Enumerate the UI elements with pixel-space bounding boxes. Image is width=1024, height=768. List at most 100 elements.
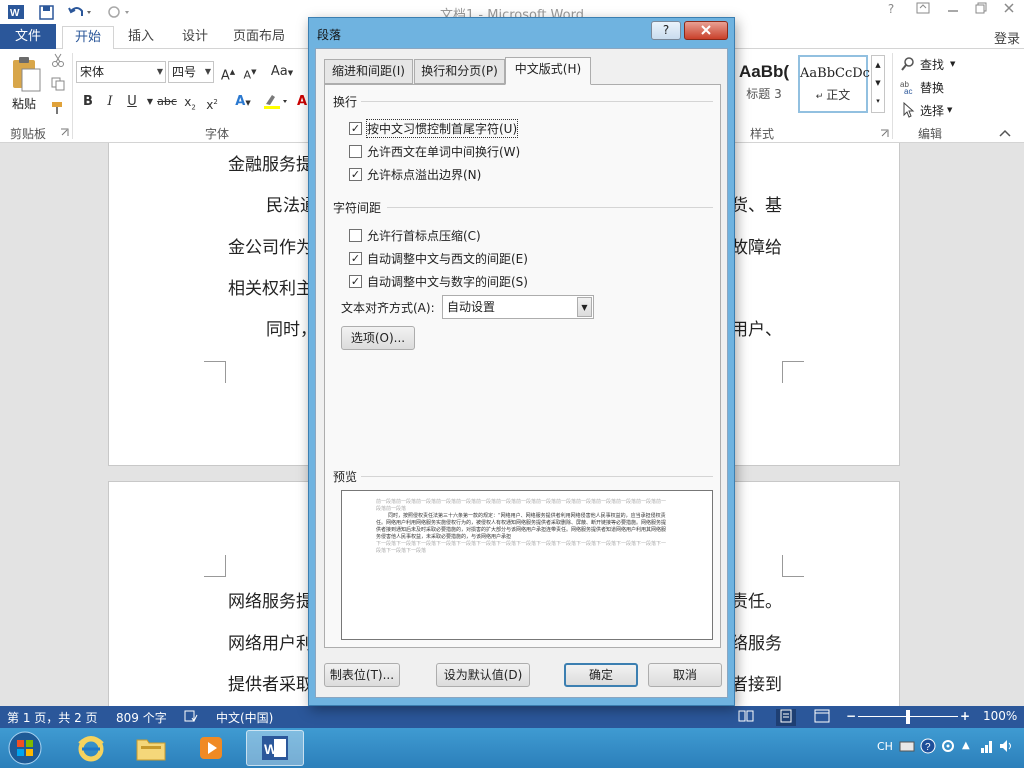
- bold-icon[interactable]: B: [78, 92, 98, 112]
- help-circle-icon[interactable]: ?: [920, 738, 936, 757]
- options-button[interactable]: 选项(O)...: [341, 326, 415, 350]
- paste-icon: [13, 57, 41, 92]
- doc-line: 网络服务提: [228, 592, 313, 612]
- restore-icon[interactable]: [970, 2, 992, 20]
- tab-home[interactable]: 开始: [62, 26, 114, 50]
- dialog-close-button[interactable]: [684, 21, 728, 40]
- highlight-icon[interactable]: [262, 92, 290, 112]
- chevron-down-icon: ▼: [204, 67, 211, 76]
- tab-line-page-breaks[interactable]: 换行和分页(P): [414, 59, 505, 84]
- change-case-button[interactable]: Aa▼: [268, 62, 296, 82]
- margin-marker: [204, 555, 226, 577]
- find-button[interactable]: 查找 ▼: [900, 55, 955, 73]
- underline-icon[interactable]: U: [122, 92, 142, 112]
- taskbar-ie[interactable]: [62, 730, 120, 766]
- tab-indents-spacing[interactable]: 缩进和间距(I): [324, 59, 413, 84]
- read-mode-icon[interactable]: [738, 709, 754, 726]
- checkbox-box[interactable]: [349, 228, 362, 242]
- ribbon-display-icon[interactable]: [912, 2, 934, 20]
- paste-button[interactable]: 粘贴: [8, 55, 44, 121]
- tab-design[interactable]: 设计: [172, 26, 218, 49]
- format-painter-icon[interactable]: [48, 101, 68, 121]
- text-effects-icon[interactable]: A▼: [230, 92, 256, 112]
- replace-button[interactable]: ab ac 替换: [900, 78, 944, 96]
- grow-font-icon[interactable]: A▲: [218, 62, 238, 83]
- tray-expand-icon[interactable]: ▲: [962, 740, 970, 751]
- collapse-ribbon-icon[interactable]: [998, 125, 1012, 139]
- cancel-button[interactable]: 取消: [648, 663, 722, 687]
- zoom-slider-thumb[interactable]: [906, 710, 910, 724]
- cut-icon[interactable]: [48, 53, 68, 73]
- web-layout-icon[interactable]: [814, 709, 830, 726]
- taskbar-explorer[interactable]: [122, 730, 180, 766]
- checkbox-latin-word-wrap[interactable]: 允许西文在单词中间换行(W): [349, 142, 520, 160]
- checkbox-box[interactable]: [349, 144, 362, 158]
- select-button[interactable]: 选择 ▼: [900, 101, 952, 119]
- print-layout-icon[interactable]: [776, 709, 796, 726]
- settings-icon[interactable]: [940, 738, 956, 757]
- start-button[interactable]: [0, 730, 50, 766]
- minimize-icon[interactable]: [942, 2, 964, 20]
- group-separator: [892, 53, 893, 139]
- italic-icon[interactable]: I: [100, 92, 120, 112]
- network-icon[interactable]: [980, 738, 994, 757]
- margin-marker: [782, 361, 804, 383]
- copy-icon[interactable]: [48, 77, 68, 97]
- taskbar-word[interactable]: W: [246, 730, 304, 766]
- zoom-level[interactable]: 100%: [983, 709, 1017, 723]
- checkbox-space-asian-numbers[interactable]: ✓ 自动调整中文与数字的间距(S): [349, 272, 528, 290]
- checkbox-space-asian-latin[interactable]: ✓ 自动调整中文与西文的间距(E): [349, 249, 528, 267]
- login-link[interactable]: 登录: [994, 28, 1020, 47]
- word-count[interactable]: 809 个字: [116, 709, 167, 726]
- checkbox-hanging-punctuation[interactable]: ✓ 允许标点溢出边界(N): [349, 165, 481, 183]
- doc-line: 金融服务提: [228, 155, 313, 175]
- more-styles-icon[interactable]: ▾: [872, 92, 884, 110]
- tab-page-layout[interactable]: 页面布局: [226, 26, 292, 49]
- tabs-button[interactable]: 制表位(T)...: [324, 663, 400, 687]
- proofing-icon[interactable]: [184, 709, 198, 726]
- dialog-help-button[interactable]: ?: [651, 21, 681, 40]
- strikethrough-icon[interactable]: abc: [156, 92, 178, 112]
- tab-asian-typography[interactable]: 中文版式(H): [505, 57, 591, 85]
- shrink-font-icon[interactable]: A▼: [240, 62, 260, 82]
- checkbox-box[interactable]: ✓: [349, 167, 362, 181]
- zoom-out-icon[interactable]: −: [846, 709, 856, 723]
- volume-icon[interactable]: [998, 738, 1014, 757]
- ok-button[interactable]: 确定: [564, 663, 638, 687]
- style-heading3[interactable]: AaBb( 标题 3: [734, 55, 794, 113]
- checkbox-box[interactable]: ✓: [349, 121, 362, 135]
- chevron-up-icon[interactable]: ▲: [872, 56, 884, 74]
- checkbox-compress-punctuation[interactable]: 允许行首标点压缩(C): [349, 226, 481, 244]
- checkmark-icon: ✓: [350, 167, 361, 181]
- font-size-combo[interactable]: 四号 ▼: [168, 61, 214, 83]
- clipboard-launcher-icon[interactable]: [58, 125, 70, 137]
- text-alignment-select[interactable]: 自动设置 ▼: [442, 295, 594, 319]
- dialog-body: 缩进和间距(I) 换行和分页(P) 中文版式(H) 换行 ✓ 按中文习惯控制首尾…: [315, 48, 728, 698]
- input-language[interactable]: CH: [877, 740, 893, 753]
- tab-file[interactable]: 文件: [0, 24, 56, 49]
- keyboard-icon[interactable]: [899, 739, 915, 756]
- superscript-icon[interactable]: x2: [202, 92, 222, 112]
- doc-line: 用户、: [731, 320, 782, 340]
- chevron-down-icon[interactable]: ▼: [577, 297, 592, 317]
- chevron-down-icon[interactable]: ▼: [872, 74, 884, 92]
- checkbox-box[interactable]: ✓: [349, 274, 362, 288]
- styles-launcher-icon[interactable]: [878, 125, 890, 137]
- tab-insert[interactable]: 插入: [118, 26, 164, 49]
- taskbar-media-player[interactable]: [182, 730, 240, 766]
- style-normal[interactable]: AaBbCcDc ↵ 正文: [798, 55, 870, 113]
- styles-scroll[interactable]: ▲ ▼ ▾: [871, 55, 885, 113]
- font-name-combo[interactable]: 宋体 ▼: [76, 61, 166, 83]
- language[interactable]: 中文(中国): [216, 709, 273, 726]
- checkmark-icon: ✓: [350, 251, 361, 265]
- zoom-in-icon[interactable]: +: [960, 709, 970, 723]
- page-count[interactable]: 第 1 页，共 2 页: [7, 709, 98, 726]
- help-button[interactable]: ?: [880, 2, 902, 20]
- checkbox-box[interactable]: ✓: [349, 251, 362, 265]
- set-default-button[interactable]: 设为默认值(D): [436, 663, 530, 687]
- subscript-icon[interactable]: x2: [180, 92, 200, 112]
- checkbox-first-last-chars[interactable]: ✓ 按中文习惯控制首尾字符(U): [349, 118, 519, 138]
- doc-line: 提供者采取: [228, 675, 313, 695]
- close-icon[interactable]: [998, 2, 1020, 20]
- style-normal-preview: AaBbCcDc: [800, 66, 870, 81]
